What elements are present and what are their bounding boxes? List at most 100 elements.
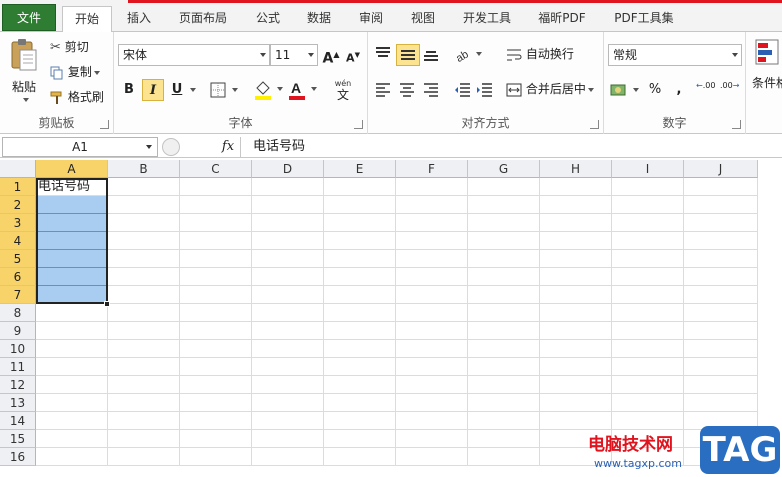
cell-d3[interactable] xyxy=(252,214,324,232)
underline-dropdown-icon[interactable] xyxy=(190,88,196,92)
cell-c14[interactable] xyxy=(180,412,252,430)
decrease-indent-button[interactable] xyxy=(454,82,472,101)
cell-f11[interactable] xyxy=(396,358,468,376)
cell-a10[interactable] xyxy=(36,340,108,358)
row-header-15[interactable]: 15 xyxy=(0,430,36,448)
cell-h12[interactable] xyxy=(540,376,612,394)
cell-h13[interactable] xyxy=(540,394,612,412)
tab-formulas[interactable]: 公式 xyxy=(246,6,290,32)
align-left-button[interactable] xyxy=(374,82,392,101)
cell-c10[interactable] xyxy=(180,340,252,358)
copy-button[interactable]: 复制 xyxy=(50,62,100,82)
cell-a2[interactable] xyxy=(36,196,108,214)
row-header-11[interactable]: 11 xyxy=(0,358,36,376)
cell-d14[interactable] xyxy=(252,412,324,430)
underline-button[interactable]: U xyxy=(166,79,188,101)
cell-f10[interactable] xyxy=(396,340,468,358)
paste-button[interactable]: 粘贴 xyxy=(8,38,42,102)
cell-a9[interactable] xyxy=(36,322,108,340)
cell-a8[interactable] xyxy=(36,304,108,322)
column-header-d[interactable]: D xyxy=(252,160,324,178)
italic-button[interactable]: I xyxy=(142,79,164,101)
tab-review[interactable]: 审阅 xyxy=(348,6,394,32)
cell-a4[interactable] xyxy=(36,232,108,250)
cell-b13[interactable] xyxy=(108,394,180,412)
copy-dropdown-icon[interactable] xyxy=(93,70,100,75)
cell-i6[interactable] xyxy=(612,268,684,286)
cell-j5[interactable] xyxy=(684,250,758,268)
cell-e9[interactable] xyxy=(324,322,396,340)
cell-g8[interactable] xyxy=(468,304,540,322)
cell-i2[interactable] xyxy=(612,196,684,214)
cell-j4[interactable] xyxy=(684,232,758,250)
cell-f12[interactable] xyxy=(396,376,468,394)
cell-i1[interactable] xyxy=(612,178,684,196)
row-header-16[interactable]: 16 xyxy=(0,448,36,466)
column-header-e[interactable]: E xyxy=(324,160,396,178)
cell-g2[interactable] xyxy=(468,196,540,214)
cell-h5[interactable] xyxy=(540,250,612,268)
row-header-14[interactable]: 14 xyxy=(0,412,36,430)
row-header-6[interactable]: 6 xyxy=(0,268,36,286)
cell-j9[interactable] xyxy=(684,322,758,340)
cell-i11[interactable] xyxy=(612,358,684,376)
cell-g15[interactable] xyxy=(468,430,540,448)
cell-c15[interactable] xyxy=(180,430,252,448)
tab-insert[interactable]: 插入 xyxy=(116,6,162,32)
cell-j11[interactable] xyxy=(684,358,758,376)
formula-input[interactable]: 电话号码 xyxy=(240,137,782,157)
column-header-g[interactable]: G xyxy=(468,160,540,178)
font-color-dropdown-icon[interactable] xyxy=(311,87,317,91)
borders-button[interactable] xyxy=(210,82,238,101)
cell-c11[interactable] xyxy=(180,358,252,376)
cell-c7[interactable] xyxy=(180,286,252,304)
cell-g4[interactable] xyxy=(468,232,540,250)
cell-c4[interactable] xyxy=(180,232,252,250)
alignment-dialog-launcher-icon[interactable] xyxy=(590,120,599,129)
cell-a6[interactable] xyxy=(36,268,108,286)
font-size-select[interactable]: 11 xyxy=(270,44,318,66)
cell-e1[interactable] xyxy=(324,178,396,196)
cell-f5[interactable] xyxy=(396,250,468,268)
cell-b3[interactable] xyxy=(108,214,180,232)
cell-h8[interactable] xyxy=(540,304,612,322)
cell-c5[interactable] xyxy=(180,250,252,268)
increase-decimal-button[interactable]: ←.00 xyxy=(696,82,716,90)
percent-button[interactable]: % xyxy=(644,79,666,101)
cell-c1[interactable] xyxy=(180,178,252,196)
cell-d15[interactable] xyxy=(252,430,324,448)
cell-a7[interactable] xyxy=(36,286,108,304)
cell-i7[interactable] xyxy=(612,286,684,304)
tab-data[interactable]: 数据 xyxy=(296,6,342,32)
row-header-12[interactable]: 12 xyxy=(0,376,36,394)
cell-g6[interactable] xyxy=(468,268,540,286)
cell-i5[interactable] xyxy=(612,250,684,268)
cell-j10[interactable] xyxy=(684,340,758,358)
cell-f6[interactable] xyxy=(396,268,468,286)
cell-f7[interactable] xyxy=(396,286,468,304)
cell-c13[interactable] xyxy=(180,394,252,412)
cell-b16[interactable] xyxy=(108,448,180,466)
name-box[interactable]: A1 xyxy=(2,137,158,157)
cell-i12[interactable] xyxy=(612,376,684,394)
cell-b6[interactable] xyxy=(108,268,180,286)
cell-j3[interactable] xyxy=(684,214,758,232)
cell-a1[interactable]: 电话号码 xyxy=(36,178,108,196)
cell-j2[interactable] xyxy=(684,196,758,214)
cell-h7[interactable] xyxy=(540,286,612,304)
cell-i3[interactable] xyxy=(612,214,684,232)
cell-c3[interactable] xyxy=(180,214,252,232)
cell-g3[interactable] xyxy=(468,214,540,232)
cell-a13[interactable] xyxy=(36,394,108,412)
cell-b7[interactable] xyxy=(108,286,180,304)
cell-j8[interactable] xyxy=(684,304,758,322)
cell-g12[interactable] xyxy=(468,376,540,394)
cell-h9[interactable] xyxy=(540,322,612,340)
fill-color-button[interactable] xyxy=(254,80,283,103)
column-header-f[interactable]: F xyxy=(396,160,468,178)
cell-c2[interactable] xyxy=(180,196,252,214)
cell-b5[interactable] xyxy=(108,250,180,268)
cell-d2[interactable] xyxy=(252,196,324,214)
cell-b14[interactable] xyxy=(108,412,180,430)
cell-h2[interactable] xyxy=(540,196,612,214)
